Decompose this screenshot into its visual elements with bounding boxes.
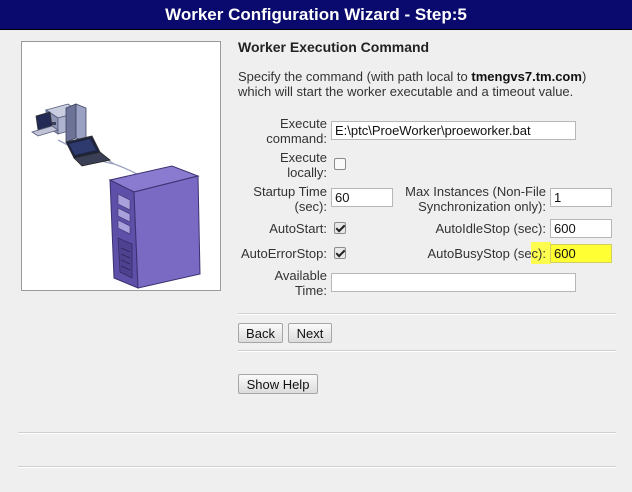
- max-instances-input[interactable]: [550, 188, 612, 207]
- autoerrorstop-label: AutoErrorStop:: [241, 246, 327, 261]
- execute-locally-label: Execute locally:: [280, 150, 327, 180]
- next-button[interactable]: Next: [288, 323, 332, 343]
- available-time-input[interactable]: [331, 273, 576, 292]
- autoidlestop-label: AutoIdleStop (sec):: [435, 221, 546, 236]
- host-name: tmengvs7.tm.com: [471, 69, 582, 84]
- available-time-label: Available Time:: [274, 268, 327, 298]
- execute-locally-checkbox[interactable]: [334, 158, 346, 170]
- max-instances-label: Max Instances (Non-File Synchronization …: [405, 184, 546, 214]
- separator: [238, 313, 616, 315]
- execute-command-label: Execute command:: [266, 116, 327, 146]
- autoerrorstop-checkbox[interactable]: [334, 247, 346, 259]
- show-help-button[interactable]: Show Help: [238, 374, 318, 394]
- autobusystop-label: AutoBusyStop (sec):: [427, 246, 547, 261]
- window-title: Worker Configuration Wizard - Step:5: [0, 0, 632, 30]
- back-button[interactable]: Back: [238, 323, 283, 343]
- startup-time-label: Startup Time (sec):: [253, 184, 327, 214]
- separator: [18, 466, 616, 468]
- computers-server-icon: [31, 103, 201, 289]
- startup-time-input[interactable]: [331, 188, 393, 207]
- section-title: Worker Execution Command: [238, 39, 430, 55]
- autostart-label: AutoStart:: [269, 221, 327, 236]
- autobusystop-input[interactable]: [550, 244, 612, 263]
- separator: [238, 350, 616, 352]
- network-server-illustration: [21, 41, 221, 291]
- separator: [18, 432, 616, 434]
- autoidlestop-input[interactable]: [550, 219, 612, 238]
- section-description: Specify the command (with path local to …: [238, 69, 587, 99]
- execute-command-input[interactable]: [331, 121, 576, 140]
- autostart-checkbox[interactable]: [334, 222, 346, 234]
